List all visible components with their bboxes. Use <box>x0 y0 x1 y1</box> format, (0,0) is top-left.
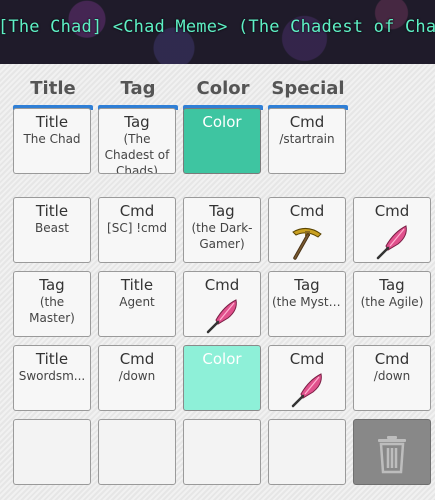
slot-type: Cmd <box>289 350 325 368</box>
slot-type: Color <box>202 113 242 131</box>
slot-type: Cmd <box>119 350 155 368</box>
inventory-slot[interactable]: Title Swordsm... <box>13 345 91 411</box>
slot-value: /startrain <box>279 132 335 146</box>
slot-value: Agent <box>119 295 155 309</box>
slot-type: Tag <box>39 276 65 294</box>
inventory-slot[interactable]: Tag (the Master) <box>13 271 91 337</box>
equipped-tag-slot[interactable]: Tag (The Chadest of Chads) <box>98 108 176 174</box>
slot-type: Cmd <box>289 113 325 131</box>
slot-value: Beast <box>35 221 69 235</box>
empty-slot[interactable] <box>98 419 176 485</box>
inventory-slot[interactable]: Cmd /down <box>98 345 176 411</box>
inventory-slot[interactable]: Cmd <box>268 197 346 263</box>
slot-type: Tag <box>294 276 320 294</box>
header-special: Special <box>271 78 345 99</box>
slot-type: Title <box>35 113 69 131</box>
inventory-slot[interactable]: Title Beast <box>13 197 91 263</box>
inventory-slot[interactable]: Color <box>183 345 261 411</box>
equipped-title-slot[interactable]: Title The Chad <box>13 108 91 174</box>
slot-type: Tag <box>209 202 235 220</box>
empty-slot[interactable] <box>268 419 346 485</box>
equipped-special-slot[interactable]: Cmd /startrain <box>268 108 346 174</box>
slot-value: (the Master) <box>29 295 75 325</box>
feather-quill-icon <box>206 299 237 334</box>
slot-value: /down <box>373 369 411 383</box>
slot-type: Cmd <box>119 202 155 220</box>
inventory-slot[interactable]: Cmd /down <box>353 345 431 411</box>
slot-value: (the Mysterio... <box>272 295 345 309</box>
pickaxe-icon <box>292 228 322 260</box>
slot-value: (the Dark-Gamer) <box>191 221 253 251</box>
inventory-slot[interactable]: Cmd [SC] !cmd <box>98 197 176 263</box>
slot-type: Cmd <box>374 350 410 368</box>
slot-type: Cmd <box>204 276 240 294</box>
slot-type: Color <box>202 350 242 368</box>
trash-icon <box>378 436 406 474</box>
inventory-slot[interactable]: Cmd <box>353 197 431 263</box>
inventory-slot[interactable]: Cmd <box>268 345 346 411</box>
header-title: Title <box>30 78 76 99</box>
empty-slot[interactable] <box>13 419 91 485</box>
inventory-slot[interactable]: Tag (the Mysterio... <box>268 271 346 337</box>
slot-value: (the Agile) <box>360 295 424 309</box>
slot-type: Tag <box>379 276 405 294</box>
inventory-slot[interactable]: Tag (the Dark-Gamer) <box>183 197 261 263</box>
slot-type: Cmd <box>374 202 410 220</box>
slot-value: /down <box>118 369 156 383</box>
slot-type: Tag <box>124 113 150 131</box>
slot-value: (The Chadest of Chads) <box>104 132 170 174</box>
banner-text: [The Chad] <Chad Meme> (The Chadest of C… <box>0 17 435 37</box>
inventory-slot[interactable]: Cmd <box>183 271 261 337</box>
empty-slot[interactable] <box>183 419 261 485</box>
banner: [The Chad] <Chad Meme> (The Chadest of C… <box>0 0 435 64</box>
header-color: Color <box>196 78 250 99</box>
slot-type: Title <box>35 202 69 220</box>
header-tag: Tag <box>120 78 156 99</box>
slot-value: The Chad <box>23 132 81 146</box>
slot-type: Title <box>35 350 69 368</box>
inventory-slot[interactable]: Tag (the Agile) <box>353 271 431 337</box>
feather-quill-icon <box>376 225 407 260</box>
slot-type: Title <box>120 276 154 294</box>
equipped-color-slot[interactable]: Color <box>183 108 261 174</box>
slot-type: Cmd <box>289 202 325 220</box>
trash-slot[interactable] <box>353 419 431 485</box>
feather-quill-icon <box>291 373 322 408</box>
slot-value: [SC] !cmd <box>107 221 167 235</box>
inventory-slot[interactable]: Title Agent <box>98 271 176 337</box>
slot-value: Swordsm... <box>18 369 86 383</box>
